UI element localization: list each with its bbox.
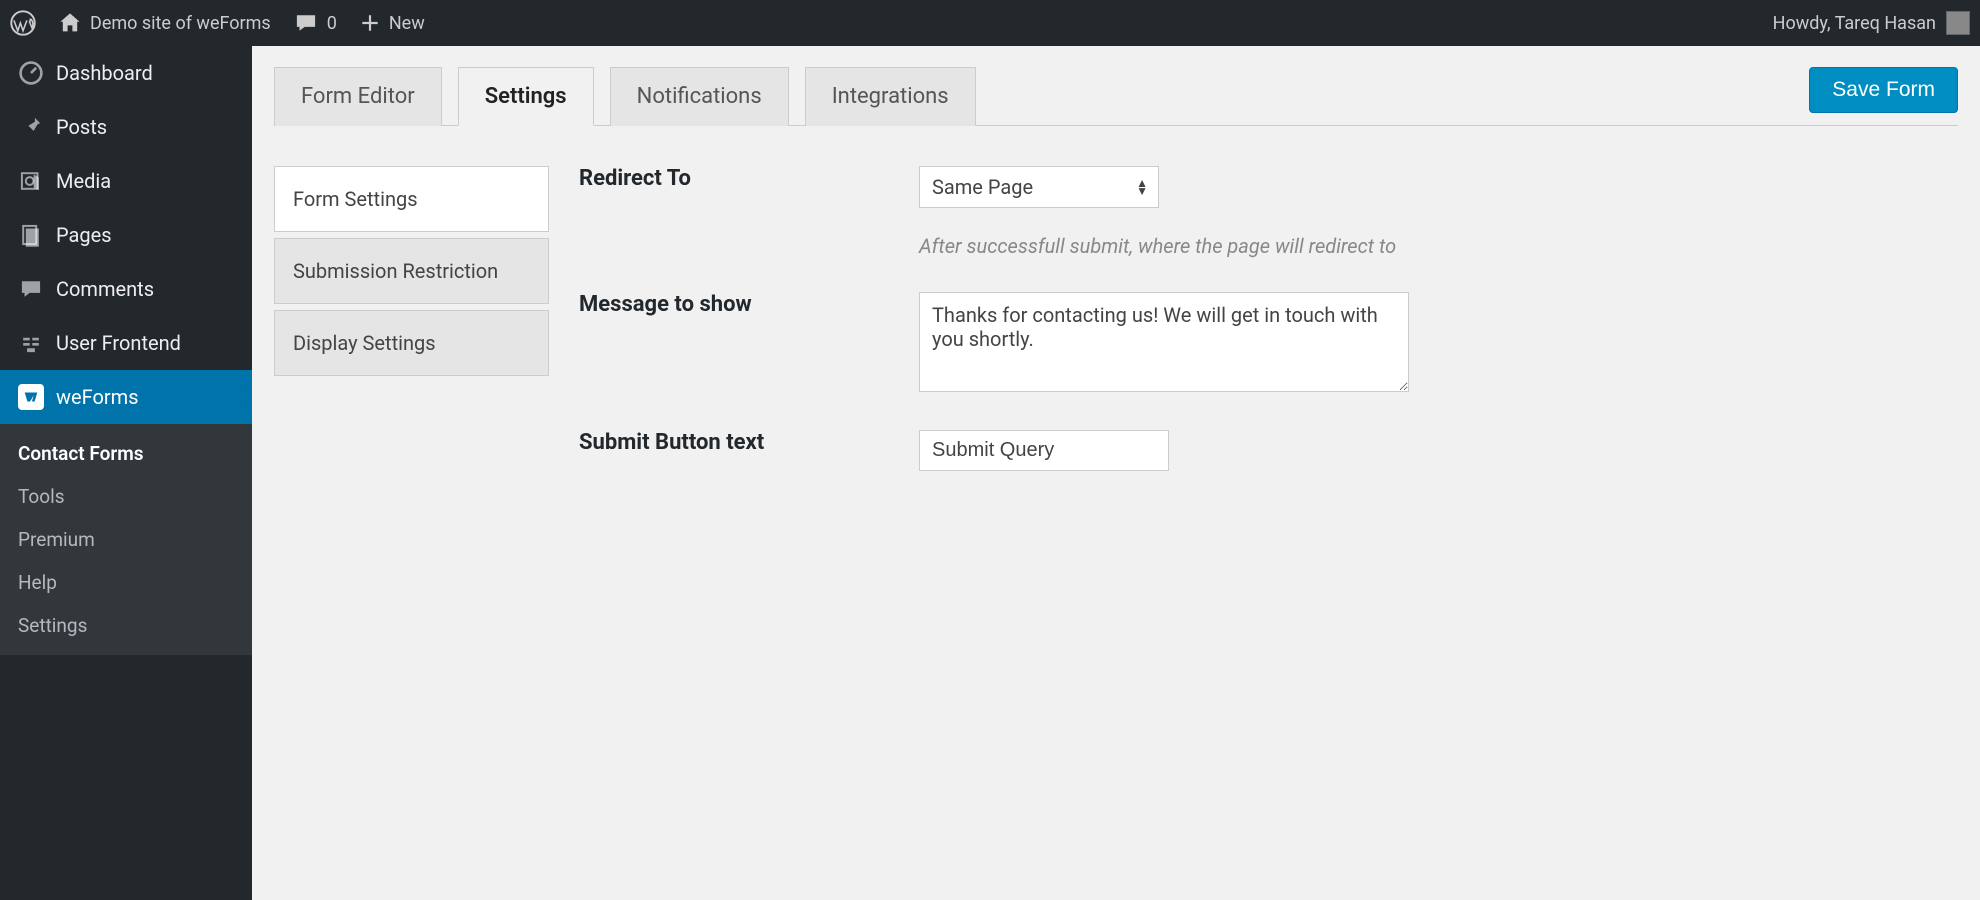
message-label: Message to show (579, 292, 919, 396)
redirect-to-value: Same Page (932, 175, 1033, 199)
weforms-icon (18, 384, 44, 410)
comment-icon (18, 276, 44, 302)
sidebar-item-label: Media (56, 169, 111, 193)
vtab-display-settings[interactable]: Display Settings (274, 310, 549, 376)
vtab-form-settings[interactable]: Form Settings (274, 166, 549, 232)
comments-link[interactable]: 0 (293, 10, 337, 36)
submenu-settings[interactable]: Settings (0, 604, 252, 647)
admin-bar: Demo site of weForms 0 New Howdy, Tareq … (0, 0, 1980, 46)
tab-integrations[interactable]: Integrations (805, 67, 976, 126)
media-icon (18, 168, 44, 194)
submenu-help[interactable]: Help (0, 561, 252, 604)
home-icon (58, 11, 82, 35)
wordpress-icon (10, 10, 36, 36)
submit-text-label: Submit Button text (579, 430, 919, 471)
user-frontend-icon (18, 330, 44, 356)
greeting-text: Howdy, Tareq Hasan (1773, 13, 1936, 34)
plus-icon (359, 12, 381, 34)
chevron-updown-icon: ▲▼ (1136, 179, 1148, 195)
sidebar-item-weforms[interactable]: weForms (0, 370, 252, 424)
page-icon (18, 222, 44, 248)
sidebar-item-media[interactable]: Media (0, 154, 252, 208)
redirect-help-text: After successfull submit, where the page… (919, 234, 1958, 258)
admin-sidebar: Dashboard Posts Media Pages Comments Use… (0, 46, 252, 900)
sidebar-item-label: Posts (56, 115, 107, 139)
sidebar-item-posts[interactable]: Posts (0, 100, 252, 154)
submenu-premium[interactable]: Premium (0, 518, 252, 561)
avatar (1946, 11, 1970, 35)
submenu-tools[interactable]: Tools (0, 475, 252, 518)
sidebar-item-label: weForms (56, 385, 139, 409)
submenu-contact-forms[interactable]: Contact Forms (0, 432, 252, 475)
tab-notifications[interactable]: Notifications (610, 67, 789, 126)
sidebar-item-label: Comments (56, 277, 154, 301)
sidebar-item-label: Pages (56, 223, 112, 247)
sidebar-item-label: Dashboard (56, 61, 153, 85)
visit-site-link[interactable]: Demo site of weForms (58, 11, 271, 35)
sidebar-item-pages[interactable]: Pages (0, 208, 252, 262)
form-tabs: Form Editor Settings Notifications Integ… (274, 66, 976, 125)
dashboard-icon (18, 60, 44, 86)
sidebar-submenu: Contact Forms Tools Premium Help Setting… (0, 424, 252, 655)
new-content-link[interactable]: New (359, 12, 425, 34)
site-name: Demo site of weForms (90, 13, 271, 34)
new-label: New (389, 13, 425, 34)
sidebar-item-comments[interactable]: Comments (0, 262, 252, 316)
comments-count: 0 (327, 13, 337, 34)
tab-form-editor[interactable]: Form Editor (274, 67, 442, 126)
sidebar-item-dashboard[interactable]: Dashboard (0, 46, 252, 100)
redirect-to-label: Redirect To (579, 166, 919, 258)
save-form-button[interactable]: Save Form (1809, 67, 1958, 113)
sidebar-item-label: User Frontend (56, 331, 181, 355)
wp-logo-link[interactable] (10, 10, 36, 36)
vtab-submission-restriction[interactable]: Submission Restriction (274, 238, 549, 304)
redirect-to-select[interactable]: Same Page ▲▼ (919, 166, 1159, 208)
tab-settings[interactable]: Settings (458, 67, 594, 126)
comment-icon (293, 10, 319, 36)
settings-sub-tabs: Form Settings Submission Restriction Dis… (274, 166, 549, 505)
main-content: Form Editor Settings Notifications Integ… (252, 46, 1980, 900)
submit-text-input[interactable] (919, 430, 1169, 471)
message-textarea[interactable] (919, 292, 1409, 392)
user-account-link[interactable]: Howdy, Tareq Hasan (1773, 11, 1970, 35)
pin-icon (18, 114, 44, 140)
sidebar-item-user-frontend[interactable]: User Frontend (0, 316, 252, 370)
